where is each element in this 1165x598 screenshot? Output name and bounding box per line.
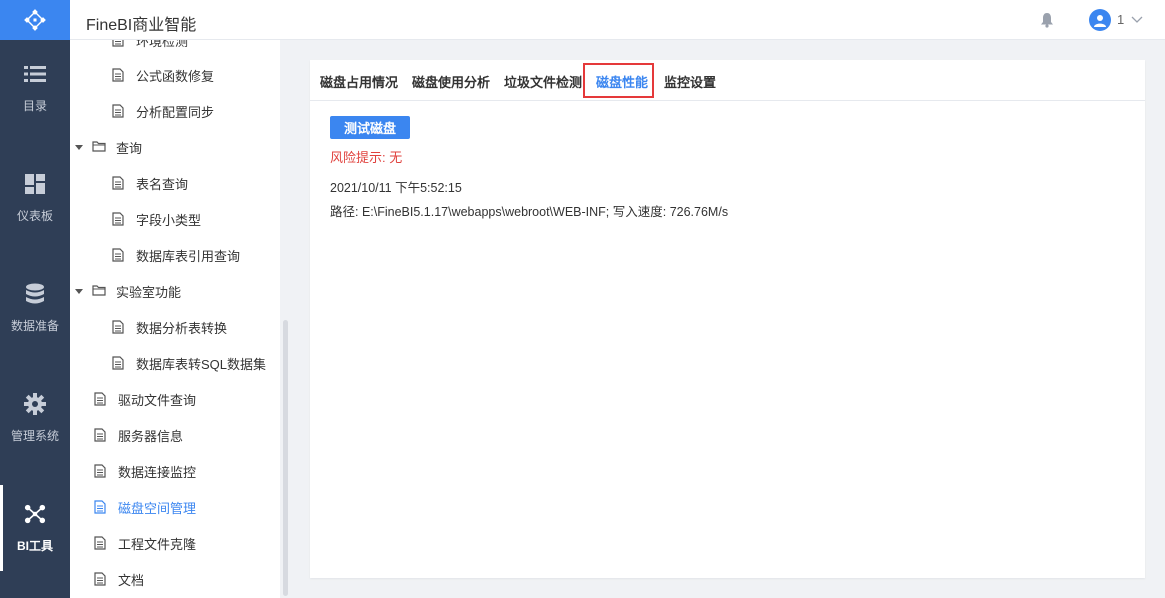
- nav-item-bi-tools[interactable]: BI工具: [0, 473, 70, 583]
- file-icon: [94, 464, 108, 478]
- folder-icon: [92, 284, 106, 298]
- tree-item-label: 环境检测: [136, 40, 189, 49]
- tree-item[interactable]: 工程文件克隆: [94, 525, 196, 561]
- file-icon: [112, 248, 126, 262]
- tree-folder[interactable]: 实验室功能: [74, 273, 181, 309]
- risk-warning: 风险提示: 无: [330, 150, 403, 165]
- tab-bar: 磁盘占用情况 磁盘使用分析 垃圾文件检测 磁盘性能 监控设置: [310, 60, 1145, 101]
- file-icon: [94, 500, 108, 514]
- tab-highlight-box: [583, 63, 654, 98]
- tree-item-label: 文档: [118, 572, 145, 588]
- main-nav: 目录 仪表板 数据准备 管理系统 BI工具: [0, 0, 70, 598]
- bi-tools-icon: [24, 503, 46, 525]
- top-header: FineBI商业智能 1: [70, 0, 1165, 40]
- tree-item[interactable]: 数据库表引用查询: [112, 237, 240, 273]
- file-icon: [94, 536, 108, 550]
- tree-item-label: 实验室功能: [116, 284, 182, 300]
- file-icon: [112, 104, 126, 118]
- nav-item-data-prep[interactable]: 数据准备: [0, 253, 70, 363]
- bell-icon[interactable]: [1040, 12, 1056, 28]
- logo-icon: [24, 9, 46, 31]
- tree-item-label: 服务器信息: [118, 428, 184, 444]
- tree-scrollbar-thumb[interactable]: [283, 320, 288, 596]
- file-icon: [94, 572, 108, 586]
- tree-item[interactable]: 磁盘空间管理: [94, 489, 196, 525]
- nav-item-label: BI工具: [16, 538, 53, 553]
- file-icon: [112, 320, 126, 334]
- dashboard-icon: [24, 173, 46, 195]
- tree-item-label: 数据库表转SQL数据集: [136, 356, 267, 372]
- tab-monitor-settings[interactable]: 监控设置: [664, 72, 716, 91]
- tree-item-label: 字段小类型: [136, 212, 202, 228]
- file-icon: [112, 40, 126, 47]
- chevron-down-icon[interactable]: [1130, 12, 1144, 26]
- tree-item-label: 磁盘空间管理: [118, 500, 197, 516]
- tree-item-label: 数据分析表转换: [136, 320, 228, 336]
- caret-down-icon[interactable]: [74, 286, 84, 296]
- nav-item-label: 管理系统: [10, 428, 59, 443]
- file-icon: [94, 392, 108, 406]
- tool-tree: 环境检测公式函数修复 分析配置同步查询表名查询字段小类型数据库表引用查询实验室功能…: [70, 40, 280, 598]
- nav-item-label: 仪表板: [16, 208, 53, 223]
- nav-item-label: 数据准备: [10, 318, 59, 333]
- tree-item[interactable]: 分析配置同步: [112, 93, 214, 129]
- tree-item[interactable]: 表名查询: [112, 165, 188, 201]
- tab-disk-usage[interactable]: 磁盘占用情况: [320, 72, 398, 91]
- tree-item[interactable]: 数据分析表转换: [112, 309, 227, 345]
- test-disk-button[interactable]: 测试磁盘: [330, 116, 410, 139]
- test-result-path: 路径: E:\FineBI5.1.17\webapps\webroot\WEB-…: [330, 205, 729, 219]
- tree-item[interactable]: 环境检测: [112, 40, 188, 58]
- test-timestamp: 2021/10/11 下午5:52:15: [330, 181, 462, 195]
- tree-item-label: 分析配置同步: [136, 104, 215, 120]
- tree-item-label: 数据库表引用查询: [136, 248, 241, 264]
- tree-item[interactable]: 字段小类型: [112, 201, 201, 237]
- file-icon: [112, 356, 126, 370]
- tab-disk-analysis[interactable]: 磁盘使用分析: [412, 72, 490, 91]
- tree-folder[interactable]: 查询: [74, 129, 142, 165]
- nav-item-label: 目录: [22, 98, 47, 113]
- tree-item[interactable]: 驱动文件查询: [94, 381, 196, 417]
- nav-item-admin[interactable]: 管理系统: [0, 363, 70, 473]
- caret-down-icon[interactable]: [74, 142, 84, 152]
- tree-item[interactable]: 公式函数修复: [112, 57, 214, 93]
- tree-item-label: 工程文件克隆: [118, 536, 197, 552]
- tree-item[interactable]: 数据库表转SQL数据集: [112, 345, 266, 381]
- list-icon: [24, 63, 46, 85]
- tree-item-label: 公式函数修复: [136, 68, 215, 84]
- file-icon: [112, 176, 126, 190]
- user-icon: [1094, 14, 1106, 27]
- file-icon: [94, 428, 108, 442]
- tree-item[interactable]: 数据连接监控: [94, 453, 196, 489]
- file-icon: [112, 212, 126, 226]
- user-name[interactable]: 1: [1117, 12, 1124, 27]
- tree-item[interactable]: 服务器信息: [94, 417, 183, 453]
- tab-junk-files[interactable]: 垃圾文件检测: [504, 72, 582, 91]
- tree-item-label: 查询: [116, 140, 143, 156]
- tree-item-label: 表名查询: [136, 176, 189, 192]
- folder-icon: [92, 140, 106, 154]
- file-icon: [112, 68, 126, 82]
- avatar[interactable]: [1089, 9, 1111, 31]
- tree-item-label: 驱动文件查询: [118, 392, 197, 408]
- disk-management-panel: 磁盘占用情况 磁盘使用分析 垃圾文件检测 磁盘性能 监控设置 测试磁盘 风险提示…: [310, 60, 1145, 578]
- nav-item-dashboard[interactable]: 仪表板: [0, 143, 70, 253]
- nav-item-catalog[interactable]: 目录: [0, 33, 70, 143]
- gear-icon: [24, 392, 46, 415]
- tree-item-label: 数据连接监控: [118, 464, 197, 480]
- tree-item[interactable]: 文档: [94, 561, 144, 597]
- database-icon: [24, 283, 46, 305]
- app-title: FineBI商业智能: [86, 17, 197, 34]
